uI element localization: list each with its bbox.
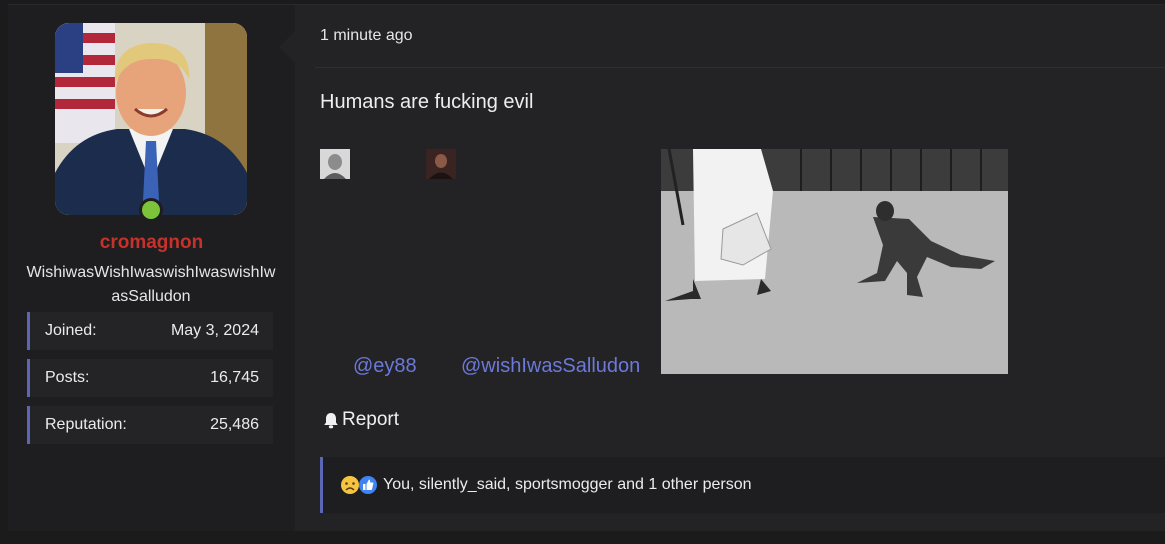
post-image[interactable]	[661, 149, 1008, 374]
mention-avatar-wishiwassalludon[interactable]	[426, 149, 456, 179]
post-timestamp[interactable]: 1 minute ago	[320, 27, 413, 45]
report-button[interactable]: Report	[323, 409, 399, 431]
user-avatar[interactable]	[55, 23, 247, 215]
stat-joined: Joined: May 3, 2024	[27, 312, 273, 350]
stat-label: Posts:	[45, 369, 90, 386]
bell-icon	[324, 412, 338, 428]
reactions-bar[interactable]: You, silently_said, sportsmogger and 1 o…	[320, 457, 1165, 513]
post-message: Humans are fucking evil	[320, 91, 534, 113]
mention-avatar-ey88[interactable]	[320, 149, 350, 179]
thumbs-up-icon	[359, 476, 377, 494]
user-sidebar: cromagnon WishiwasWishIwaswishIwaswishIw…	[8, 5, 295, 531]
mention-link-ey88[interactable]: @ey88	[353, 355, 417, 378]
stat-posts: Posts: 16,745	[27, 359, 273, 397]
post-bubble-arrow	[279, 31, 295, 63]
stat-label: Reputation:	[45, 416, 127, 433]
stat-value: 16,745	[210, 369, 259, 386]
user-title: WishiwasWishIwaswishIwaswishIwasSalludon	[26, 264, 276, 305]
sad-face-icon	[341, 476, 359, 494]
mention-link-wishiwassalludon[interactable]: @wishIwasSalludon	[461, 355, 640, 378]
forum-post: cromagnon WishiwasWishIwaswishIwaswishIw…	[8, 4, 1165, 531]
online-status-indicator	[139, 198, 163, 222]
post-content: 1 minute ago Humans are fucking evil @ey…	[295, 5, 1165, 531]
reaction-icons	[340, 475, 378, 495]
username[interactable]: cromagnon	[8, 232, 295, 254]
stat-reputation: Reputation: 25,486	[27, 406, 273, 444]
post-divider	[315, 67, 1165, 68]
avatar-image	[55, 23, 247, 215]
stat-label: Joined:	[45, 322, 97, 339]
report-label: Report	[342, 409, 400, 430]
reactions-text[interactable]: You, silently_said, sportsmogger and 1 o…	[383, 476, 752, 494]
stat-value: 25,486	[210, 416, 259, 433]
stat-value: May 3, 2024	[170, 322, 259, 339]
